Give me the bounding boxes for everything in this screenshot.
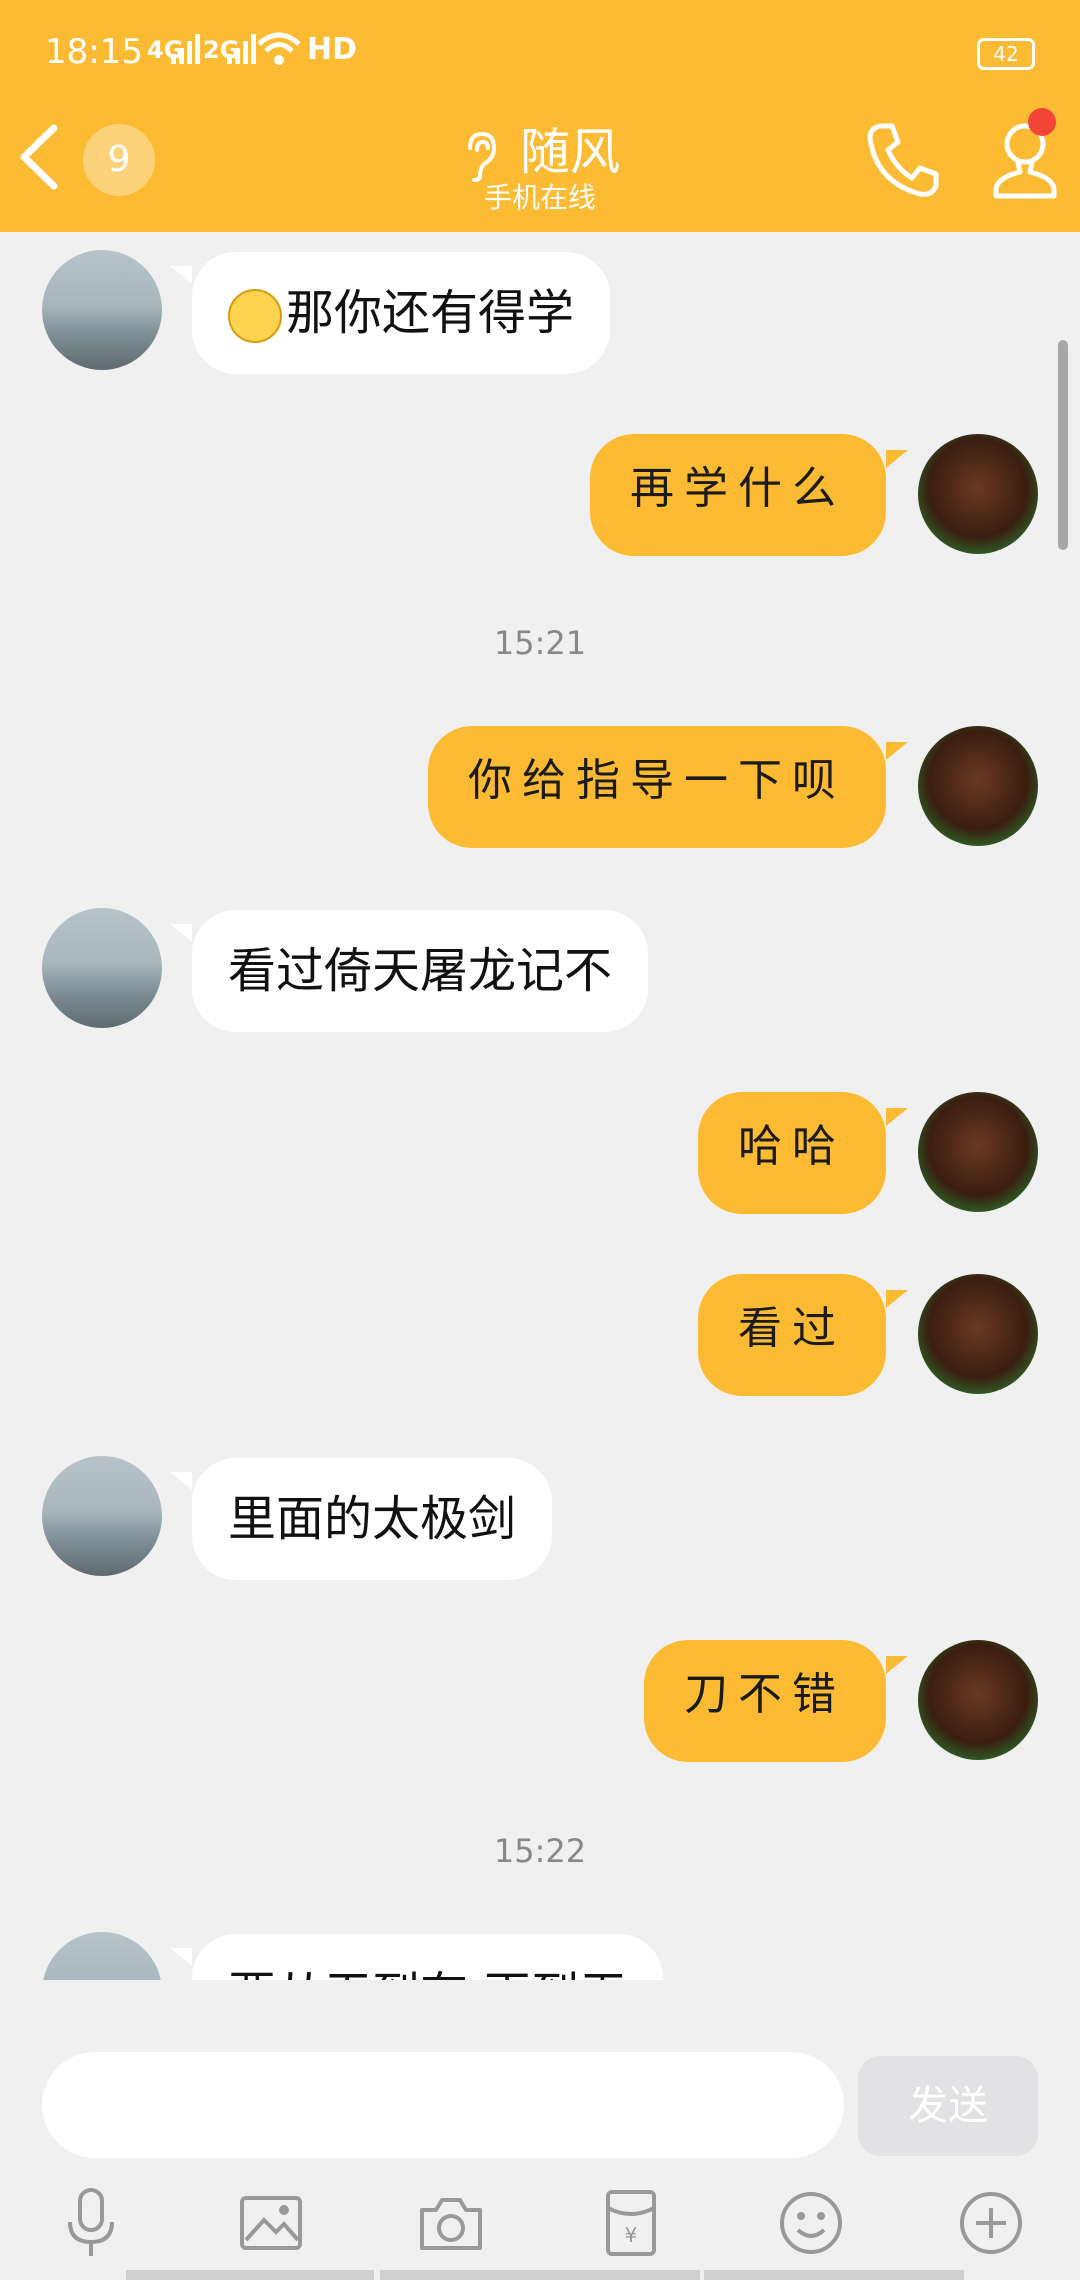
my-avatar[interactable] — [918, 1640, 1038, 1760]
message-bubble-right[interactable]: 刀不错 — [644, 1640, 886, 1762]
status-time: 18:15 — [45, 32, 143, 72]
ear-icon — [468, 131, 497, 182]
battery-icon: 42 — [977, 38, 1035, 70]
message-input[interactable] — [42, 2052, 844, 2158]
my-avatar[interactable] — [918, 1274, 1038, 1394]
message-text: 再学什么 — [630, 463, 846, 514]
contact-avatar[interactable] — [42, 1456, 162, 1576]
hd-label: HD — [307, 32, 358, 67]
message-text: 那你还有得学 — [286, 285, 575, 341]
contact-avatar[interactable] — [42, 908, 162, 1028]
wifi-icon — [257, 32, 301, 65]
camera-icon[interactable] — [416, 2188, 486, 2258]
message-text: 哈哈 — [738, 1121, 846, 1172]
my-avatar[interactable] — [918, 726, 1038, 846]
contact-avatar[interactable] — [42, 1932, 162, 1980]
plus-icon[interactable] — [956, 2188, 1026, 2258]
message-text: 刀不错 — [684, 1669, 846, 1720]
mic-icon[interactable] — [56, 2188, 126, 2258]
my-avatar[interactable] — [918, 434, 1038, 554]
timestamp: 15:22 — [493, 1832, 587, 1870]
message-bubble-left[interactable]: 那你还有得学 — [192, 252, 611, 374]
nav-indicator — [704, 2270, 964, 2280]
emoji-icon — [228, 289, 282, 343]
message-bubble-right[interactable]: 看过 — [698, 1274, 886, 1396]
my-avatar[interactable] — [918, 1092, 1038, 1212]
message-text: 里面的太极剑 — [228, 1491, 517, 1547]
input-bar: 发送 ¥ — [0, 1980, 1080, 2280]
red-packet-icon[interactable]: ¥ — [596, 2188, 666, 2258]
message-bubble-left[interactable]: 要从无到有 再到无 — [192, 1934, 664, 1980]
svg-text:¥: ¥ — [625, 2223, 638, 2247]
message-text: 看过倚天屠龙记不 — [228, 943, 613, 999]
signal-icon — [227, 34, 256, 64]
phone-icon[interactable] — [866, 120, 940, 200]
message-bubble-left[interactable]: 看过倚天屠龙记不 — [192, 910, 649, 1032]
signal-icon — [171, 34, 200, 64]
emoji-icon[interactable] — [776, 2188, 846, 2258]
image-icon[interactable] — [236, 2188, 306, 2258]
nav-indicator — [126, 2270, 374, 2280]
chat-header: 18:15 4G 2G HD 42 9 随风 手机在线 — [0, 0, 1080, 232]
message-list[interactable]: 那你还有得学 再学什么 15:21 你给指导一下呗 看过倚天屠龙记不 哈哈 看过… — [0, 232, 1080, 1980]
contact-name: 随风 — [520, 123, 620, 181]
status-bar: 18:15 4G 2G HD 42 — [45, 30, 1035, 80]
message-text: 看过 — [738, 1303, 846, 1354]
message-text: 要从无到有 再到无 — [228, 1967, 627, 1980]
message-bubble-right[interactable]: 再学什么 — [590, 434, 886, 556]
timestamp: 15:21 — [493, 624, 587, 662]
message-bubble-right[interactable]: 你给指导一下呗 — [428, 726, 886, 848]
send-button[interactable]: 发送 — [858, 2056, 1038, 2156]
message-bubble-right[interactable]: 哈哈 — [698, 1092, 886, 1214]
contact-avatar[interactable] — [42, 250, 162, 370]
notification-dot — [1028, 108, 1056, 136]
message-bubble-left[interactable]: 里面的太极剑 — [192, 1458, 553, 1580]
message-text: 你给指导一下呗 — [468, 755, 846, 806]
scrollbar[interactable] — [1058, 340, 1068, 550]
nav-indicator — [380, 2270, 700, 2280]
